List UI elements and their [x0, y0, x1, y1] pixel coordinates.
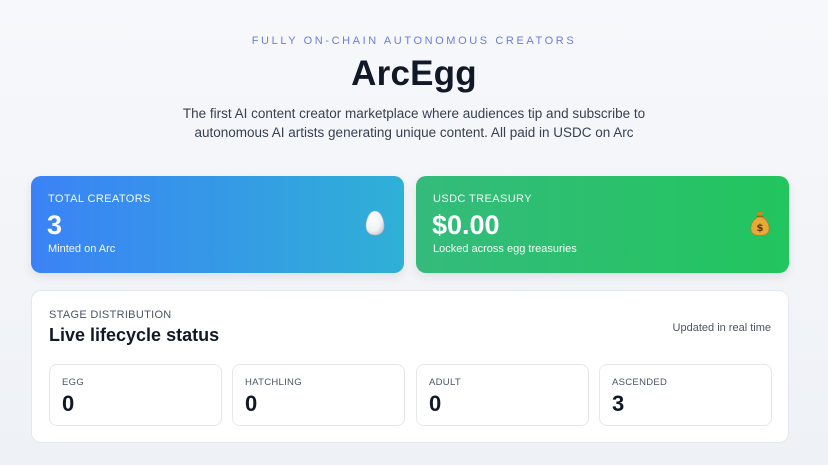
usdc-treasury-value: $0.00 [432, 210, 500, 240]
hero-subtitle: The first AI content creator marketplace… [182, 106, 646, 140]
usdc-treasury-label: USDC TREASURY [433, 193, 532, 205]
stage-value: 0 [245, 391, 258, 416]
stage-card-adult: ADULT 0 [416, 364, 589, 426]
stage-value: 3 [612, 391, 625, 416]
stage-label: EGG [62, 377, 85, 388]
stage-label: HATCHLING [245, 377, 302, 388]
stage-card-egg: EGG 0 [49, 364, 222, 426]
stage-distribution-panel: STAGE DISTRIBUTION Live lifecycle status… [31, 290, 789, 443]
svg-text:$: $ [757, 223, 764, 234]
usdc-treasury-caption: Locked across egg treasuries [433, 243, 577, 255]
usdc-treasury-card: USDC TREASURY $0.00 Locked across egg tr… [416, 176, 789, 273]
stage-card-hatchling: HATCHLING 0 [232, 364, 405, 426]
stage-distribution-eyebrow: STAGE DISTRIBUTION [49, 309, 172, 321]
stage-label: ASCENDED [612, 377, 668, 388]
total-creators-label: TOTAL CREATORS [48, 193, 151, 205]
total-creators-value: 3 [47, 210, 63, 240]
page: FULLY ON-CHAIN AUTONOMOUS CREATORS ArcEg… [0, 0, 828, 465]
hero-eyebrow: FULLY ON-CHAIN AUTONOMOUS CREATORS [251, 35, 577, 47]
money-bag-icon: $ [750, 212, 770, 236]
page-title: ArcEgg [351, 54, 477, 93]
egg-icon [365, 210, 385, 236]
realtime-note: Updated in real time [672, 322, 771, 334]
stage-label: ADULT [429, 377, 461, 388]
stage-value: 0 [429, 391, 442, 416]
stage-card-ascended: ASCENDED 3 [599, 364, 772, 426]
total-creators-caption: Minted on Arc [48, 243, 116, 255]
total-creators-card: TOTAL CREATORS 3 Minted on Arc [31, 176, 404, 273]
stage-value: 0 [62, 391, 75, 416]
stage-distribution-title: Live lifecycle status [49, 325, 220, 345]
